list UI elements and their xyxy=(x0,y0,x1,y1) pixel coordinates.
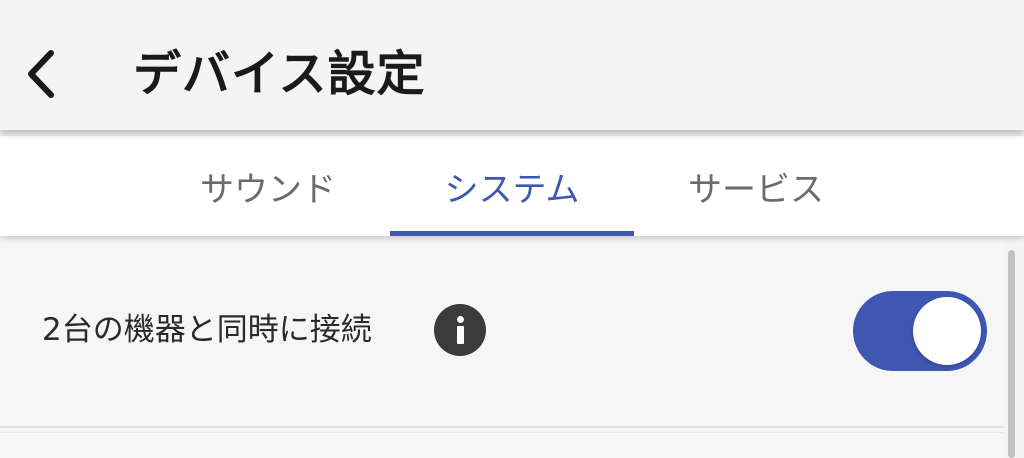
next-setting-row xyxy=(0,432,1004,458)
info-icon[interactable] xyxy=(434,304,486,356)
tab-service[interactable]: サービス xyxy=(634,136,878,236)
dual-connection-toggle[interactable] xyxy=(853,291,987,371)
scrollbar[interactable] xyxy=(1008,250,1015,458)
info-icon-dot xyxy=(457,316,464,323)
page-title: デバイス設定 xyxy=(133,46,426,102)
tab-bar: サウンド システム サービス xyxy=(0,136,1024,236)
tab-sound-label: サウンド xyxy=(200,169,336,210)
chevron-left-icon xyxy=(28,50,54,98)
tab-system[interactable]: システム xyxy=(390,136,634,236)
active-tab-indicator xyxy=(390,231,634,236)
info-icon-stem xyxy=(457,326,464,344)
settings-content: 2台の機器と同時に接続 xyxy=(0,236,1024,458)
tab-system-label: システム xyxy=(444,169,580,210)
toggle-knob xyxy=(913,297,981,365)
tab-service-label: サービス xyxy=(688,169,824,210)
back-button[interactable] xyxy=(12,38,68,110)
setting-row-dual-connection: 2台の機器と同時に接続 xyxy=(0,236,1004,426)
dual-connection-label: 2台の機器と同時に接続 xyxy=(42,312,372,348)
device-settings-screen: デバイス設定 サウンド システム サービス 2台の機器と同時に接続 xyxy=(0,0,1024,458)
tab-sound[interactable]: サウンド xyxy=(146,136,390,236)
app-bar: デバイス設定 xyxy=(0,0,1024,130)
row-divider xyxy=(0,426,1004,428)
